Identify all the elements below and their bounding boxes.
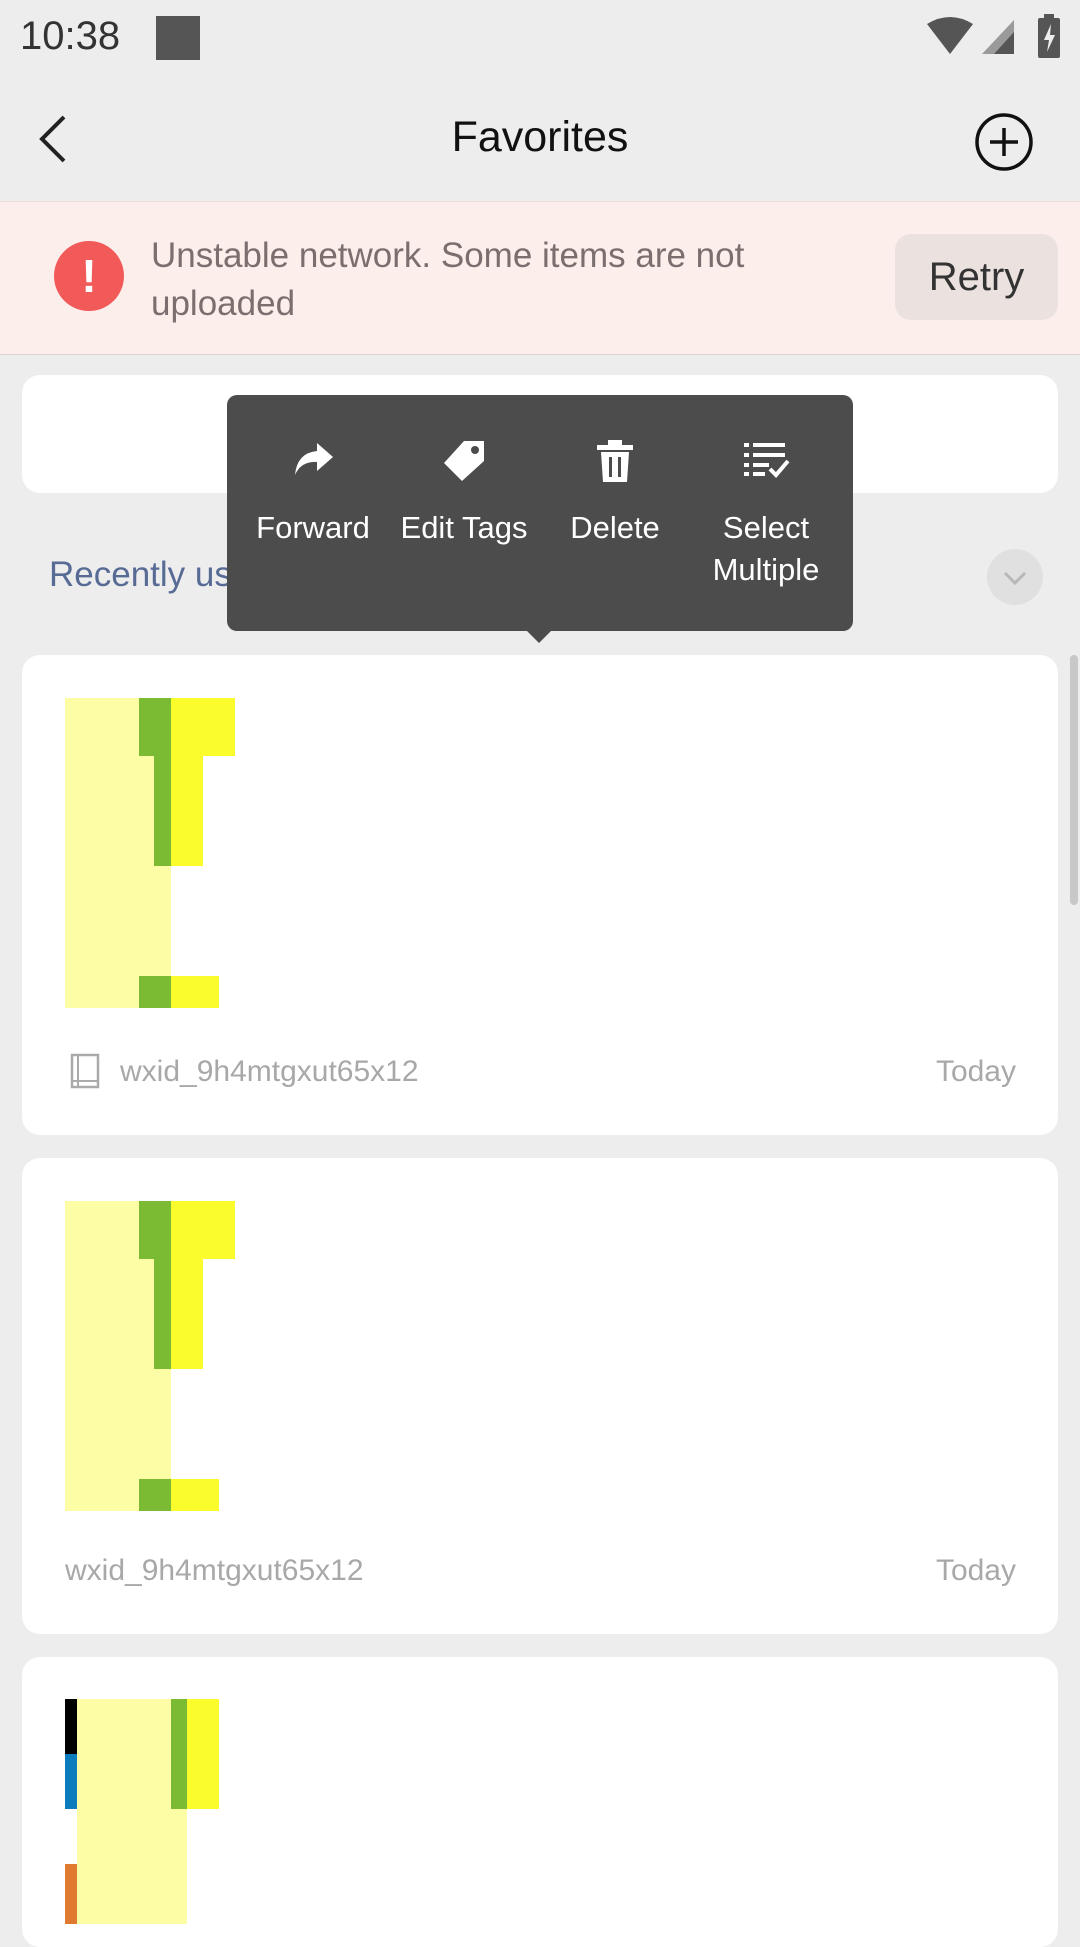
card-date: Today xyxy=(935,1055,1016,1088)
wifi-icon xyxy=(927,17,973,54)
menu-item-label: Select Multiple xyxy=(712,510,820,587)
menu-item-edit-tags[interactable]: Edit Tags xyxy=(389,395,539,631)
cellular-signal-icon xyxy=(982,20,1014,54)
tag-icon xyxy=(444,441,484,481)
battery-charging-icon xyxy=(1038,14,1060,58)
card-source: wxid_9h4mtgxut65x12 xyxy=(65,1554,364,1587)
context-menu-pointer xyxy=(526,630,552,643)
favorite-card[interactable]: wxid_9h4mtgxut65x12 Today xyxy=(22,1158,1058,1634)
card-image xyxy=(65,698,235,1008)
notification-icon xyxy=(156,16,200,60)
expand-button[interactable] xyxy=(987,549,1043,605)
trash-icon xyxy=(597,440,633,482)
menu-item-delete[interactable]: Delete xyxy=(540,395,690,631)
page-title: Favorites xyxy=(451,113,629,161)
card-image xyxy=(65,1201,235,1511)
add-circle-icon[interactable] xyxy=(973,111,1035,173)
card-source: wxid_9h4mtgxut65x12 xyxy=(120,1055,419,1088)
retry-button[interactable]: Retry xyxy=(895,234,1058,320)
favorite-card[interactable] xyxy=(22,1657,1058,1947)
menu-item-label: Delete xyxy=(570,510,660,545)
note-icon xyxy=(70,1053,100,1089)
scrollbar[interactable] xyxy=(1070,655,1078,905)
menu-item-forward[interactable]: Forward xyxy=(238,395,388,631)
select-multiple-icon xyxy=(744,443,790,478)
status-time: 10:38 xyxy=(20,14,121,58)
card-image xyxy=(65,1699,225,1924)
warning-message: Unstable network. Some items are not upl… xyxy=(151,236,745,323)
warning-icon: ! xyxy=(54,241,124,311)
chevron-down-icon xyxy=(1003,571,1027,586)
forward-icon xyxy=(295,443,333,475)
status-bar: 10:38 xyxy=(0,0,1080,78)
favorite-card[interactable]: wxid_9h4mtgxut65x12 Today xyxy=(22,655,1058,1135)
card-date: Today xyxy=(935,1554,1016,1587)
recently-used-label[interactable]: Recently us xyxy=(49,555,232,595)
menu-item-select-multiple[interactable]: Select Multiple xyxy=(691,395,841,631)
